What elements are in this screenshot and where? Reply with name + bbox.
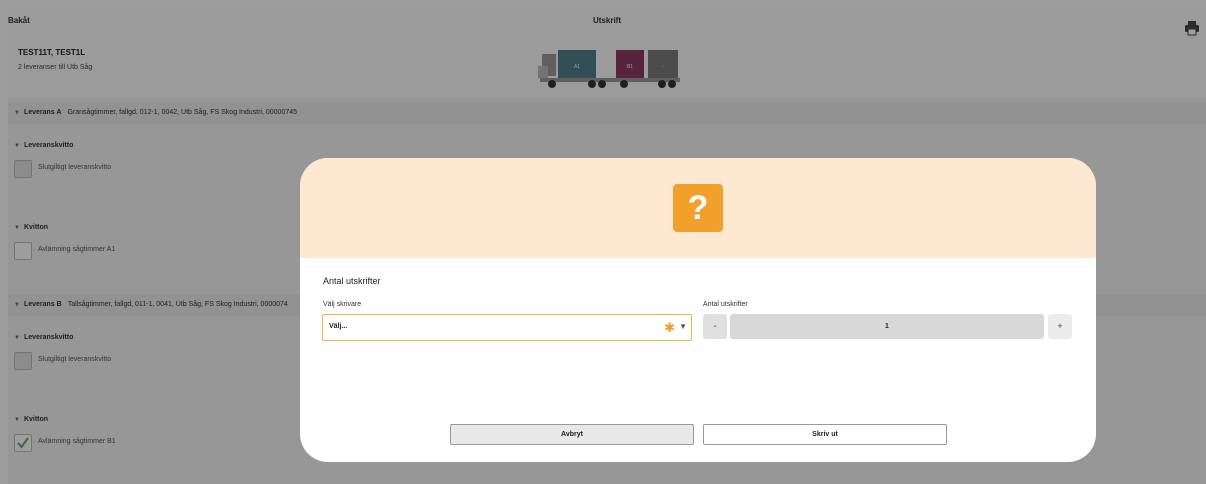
dialog-title: Antal utskrifter <box>323 276 381 286</box>
printer-select-label: Välj skrivare <box>323 301 362 308</box>
dialog-header: ? <box>300 158 1096 258</box>
printer-select[interactable]: Välj... ✱ ▼ <box>322 314 692 341</box>
printer-select-value: Välj... <box>329 323 348 330</box>
required-icon: ✱ <box>664 320 675 335</box>
cancel-button[interactable]: Avbryt <box>450 424 694 445</box>
decrement-button[interactable]: - <box>703 314 727 339</box>
print-dialog: ? Antal utskrifter Välj skrivare Välj...… <box>300 158 1096 462</box>
chevron-down-icon[interactable]: ▼ <box>679 322 687 331</box>
count-value[interactable]: 1 <box>730 314 1044 339</box>
question-icon: ? <box>673 184 723 232</box>
increment-button[interactable]: + <box>1048 314 1072 339</box>
count-label: Antal utskrifter <box>703 301 748 308</box>
print-button[interactable]: Skriv ut <box>703 424 947 445</box>
